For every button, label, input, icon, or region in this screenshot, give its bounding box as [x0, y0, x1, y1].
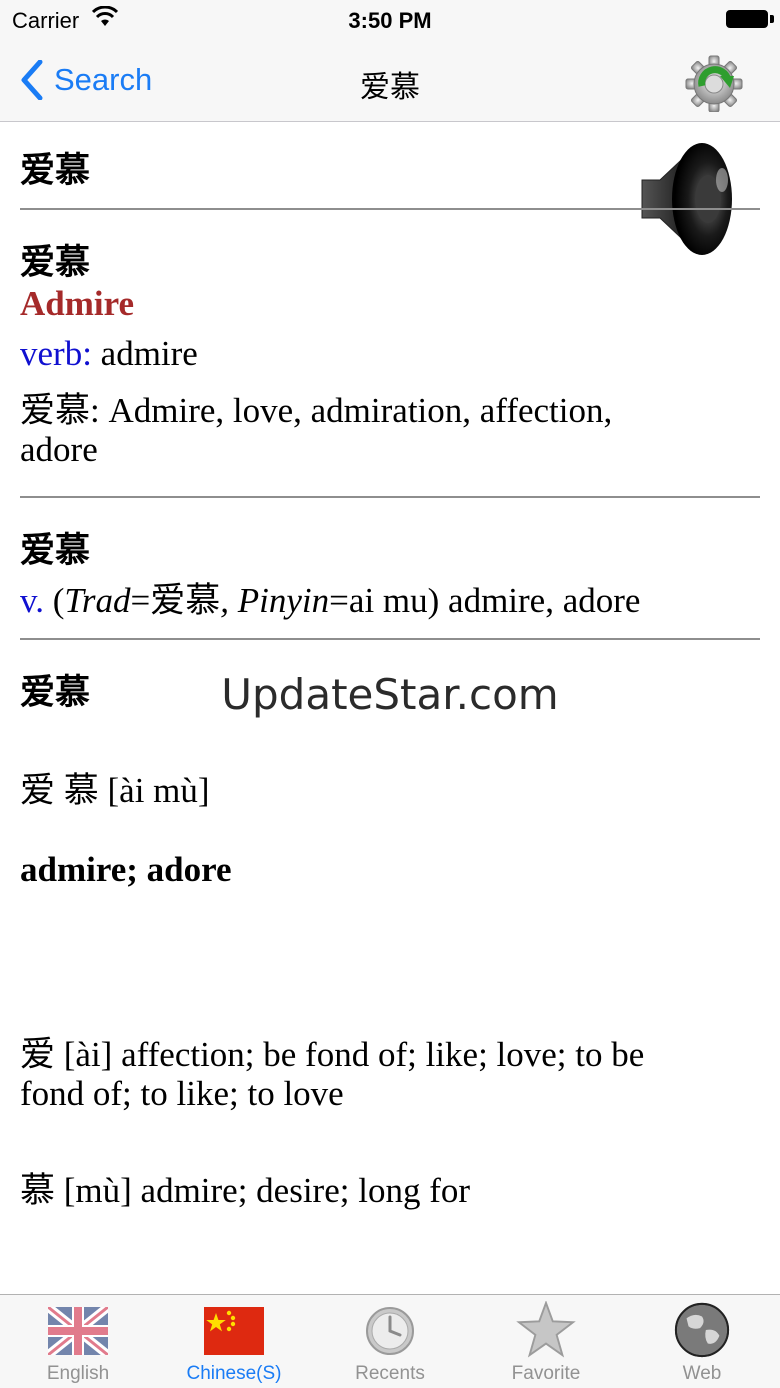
gear-refresh-icon[interactable]: [684, 54, 744, 112]
meaning-line: admire; adore: [20, 850, 232, 889]
divider: [20, 208, 760, 210]
definition-line: 爱慕: Admire, love, admiration, affection,: [20, 391, 613, 430]
tab-label: Favorite: [511, 1363, 581, 1384]
paren-text: (: [43, 581, 65, 620]
globe-icon: [674, 1302, 730, 1358]
uk-flag-icon: [48, 1307, 108, 1355]
china-flag-icon: [204, 1307, 264, 1355]
tab-label: Recents: [355, 1363, 425, 1384]
page-title: 爱慕: [360, 71, 420, 104]
translation-title: Admire: [20, 284, 135, 323]
divider: [20, 638, 760, 640]
star-icon: [516, 1301, 576, 1358]
pos-label: verb:: [20, 334, 92, 373]
tab-favorite[interactable]: Favorite: [468, 1295, 624, 1388]
clock-icon: [366, 1307, 414, 1355]
battery-icon: [726, 10, 768, 28]
tab-chinese-simplified[interactable]: Chinese(S): [156, 1295, 312, 1388]
definition-line: adore: [20, 430, 98, 469]
tab-label: Web: [682, 1363, 722, 1384]
tab-english[interactable]: English: [0, 1295, 156, 1388]
battery-tip: [770, 15, 774, 23]
watermark-text: UpdateStar.com: [221, 670, 559, 719]
character-definition: 慕 [mù] admire; desire; long for: [20, 1171, 471, 1210]
entry-headword: 爱慕: [20, 151, 91, 190]
navigation-bar: Search 爱慕: [0, 40, 780, 122]
tab-recents[interactable]: Recents: [312, 1295, 468, 1388]
tab-label: English: [46, 1363, 110, 1384]
status-bar: Carrier 3:50 PM: [0, 0, 780, 40]
dictionary-content: 爱慕 爱慕 Admire verb: admire 爱慕: Admire, lo…: [0, 122, 780, 1294]
part-of-speech-line: verb: admire: [20, 334, 198, 374]
cedict-definition: v. (Trad=爱慕, Pinyin=ai mu) admire, adore: [20, 572, 640, 623]
character-definition: fond of; to like; to love: [20, 1074, 344, 1113]
tab-bar: English Chinese(S) Recents Favorite Web: [0, 1294, 780, 1388]
pinyin-value: =ai mu) admire, adore: [329, 581, 641, 620]
character-definition: 爱 [ài] affection; be fond of; like; love…: [20, 1035, 645, 1074]
trad-value: =爱慕: [130, 581, 221, 620]
entry-headword: 爱慕: [20, 531, 91, 570]
tab-label: Chinese(S): [186, 1363, 282, 1384]
divider: [20, 496, 760, 498]
entry-headword: 爱慕: [20, 243, 91, 282]
pos-label: v.: [20, 581, 44, 620]
trad-label: Trad: [64, 581, 131, 620]
comma-text: ,: [220, 581, 238, 620]
pos-meaning: admire: [91, 334, 198, 373]
pinyin-line: 爱 慕 [ài mù]: [20, 771, 210, 810]
pinyin-label: Pinyin: [237, 581, 330, 620]
speaker-icon[interactable]: [636, 140, 736, 258]
status-time: 3:50 PM: [348, 8, 432, 33]
tab-web[interactable]: Web: [624, 1295, 780, 1388]
